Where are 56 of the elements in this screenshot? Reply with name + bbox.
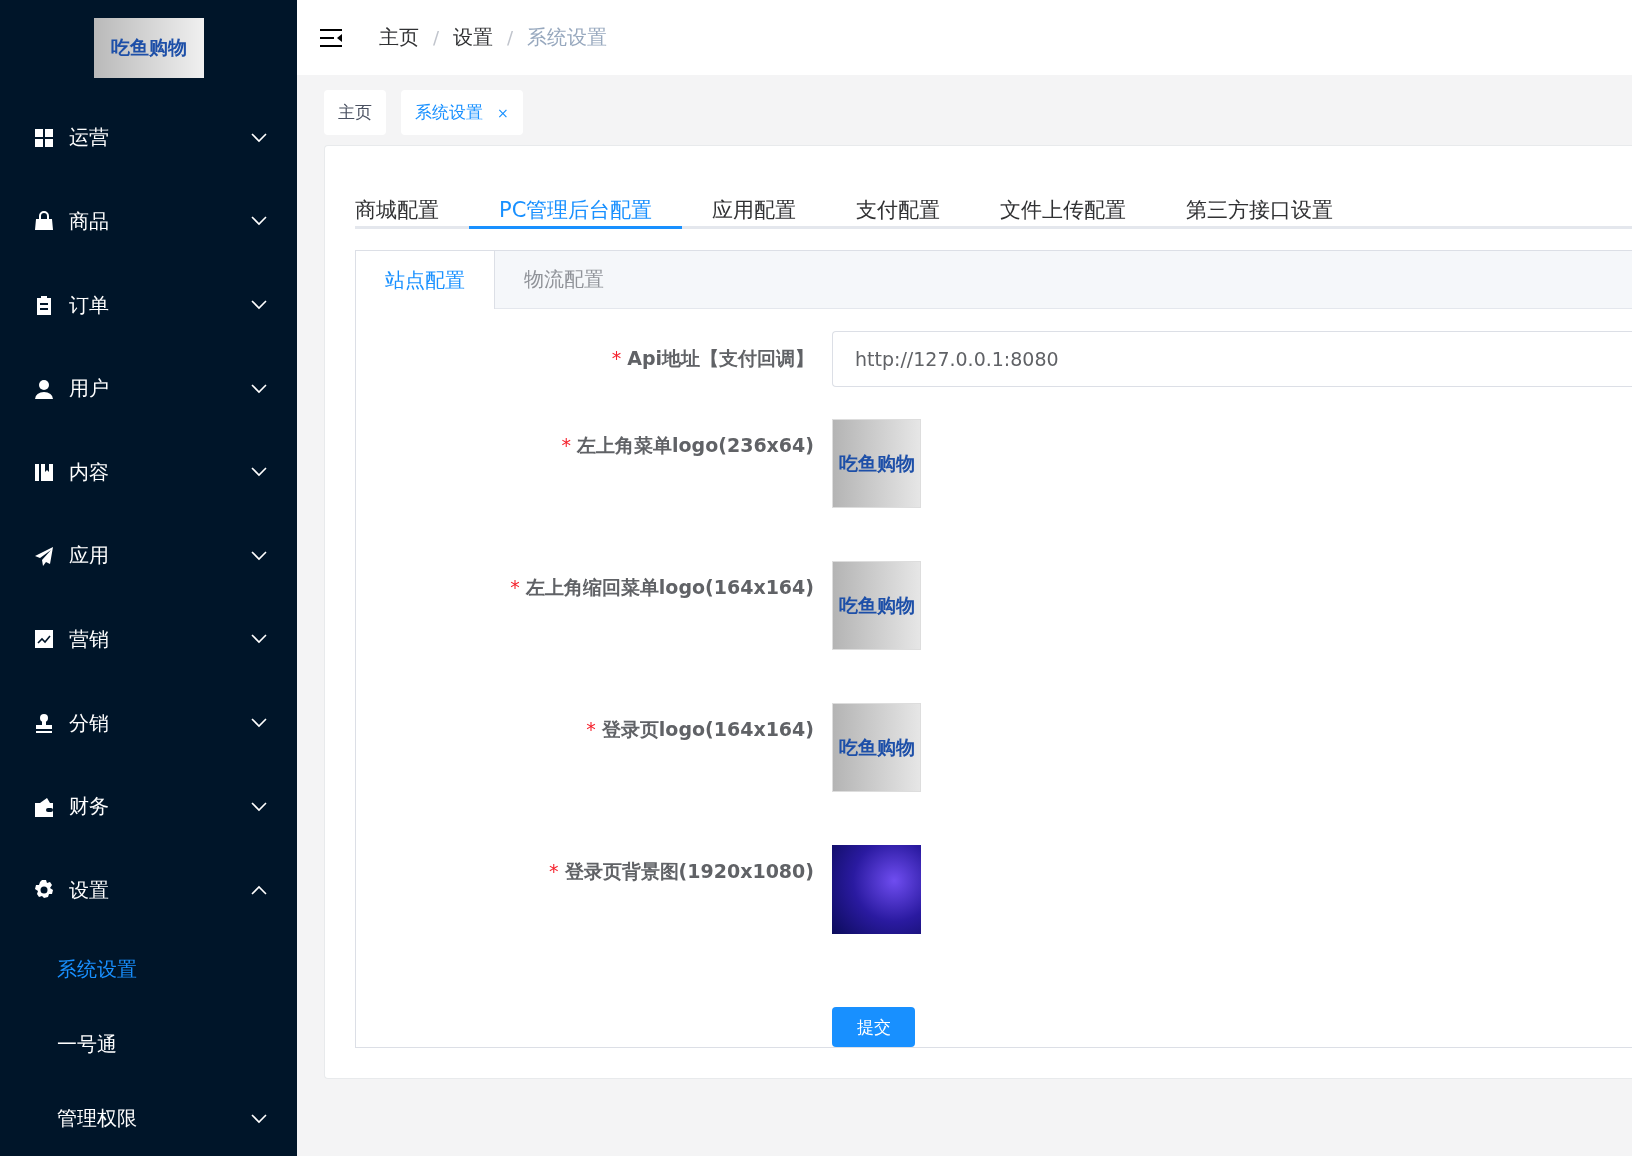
book-icon	[34, 462, 54, 483]
logo-preview[interactable]: 吃鱼购物	[832, 419, 921, 508]
gear-icon	[34, 880, 54, 901]
sidebar-item[interactable]: 订单	[0, 263, 297, 347]
chevron-icon	[251, 550, 267, 561]
sidebar-item[interactable]: 用户	[0, 346, 297, 431]
breadcrumb-link[interactable]: 主页	[379, 24, 419, 51]
field-label: * 登录页logo(164x164)	[585, 717, 815, 742]
breadcrumb-link[interactable]: 设置	[453, 24, 494, 51]
config-tab[interactable]: 第三方接口设置	[1156, 186, 1364, 229]
stamp-icon	[34, 713, 54, 734]
menu-icon[interactable]	[319, 27, 343, 48]
chevron-icon	[251, 300, 267, 310]
clipboard-icon	[34, 295, 54, 315]
chevron-icon	[251, 801, 267, 812]
sidebar-item[interactable]: 内容	[0, 430, 297, 515]
sidebar-item[interactable]: 应用	[0, 514, 297, 598]
chevron-icon	[251, 1113, 267, 1124]
logo-preview[interactable]: 吃鱼购物	[832, 561, 921, 650]
chevron-icon	[251, 718, 267, 729]
config-tab[interactable]: 商城配置	[355, 186, 469, 229]
submenu-item[interactable]: 一号通	[0, 1006, 297, 1082]
chevron-icon	[251, 132, 267, 143]
field-label: * 左上角缩回菜单logo(164x164)	[509, 575, 815, 600]
chevron-icon	[251, 216, 267, 227]
plane-icon	[34, 545, 54, 566]
submenu-item[interactable]: 系统设置	[0, 932, 297, 1007]
wallet-icon	[34, 796, 54, 817]
input-field[interactable]: http://127.0.0.1:8080	[832, 331, 1632, 387]
breadcrumb-separator: /	[507, 27, 514, 48]
chevron-icon	[251, 467, 267, 478]
field-label: * 登录页背景图(1920x1080)	[548, 859, 815, 884]
chevron-icon	[251, 634, 267, 645]
page-tab[interactable]: 主页	[324, 90, 386, 135]
grid-icon	[34, 127, 54, 148]
logo-preview[interactable]: 吃鱼购物	[832, 703, 921, 792]
chevron-icon	[251, 885, 267, 896]
sidebar-item[interactable]: 营销	[0, 597, 297, 682]
chevron-icon	[251, 383, 267, 394]
logo: 吃鱼购物	[93, 18, 204, 78]
chart-icon	[34, 629, 54, 650]
config-tab[interactable]: 支付配置	[826, 186, 971, 229]
sidebar-item[interactable]: 运营	[0, 96, 297, 180]
bag-icon	[34, 211, 54, 232]
config-tab[interactable]: 文件上传配置	[970, 186, 1157, 229]
submenu-item[interactable]: 管理权限	[0, 1081, 297, 1156]
sidebar-item[interactable]: 设置	[0, 848, 297, 933]
photo-placeholder[interactable]	[832, 845, 921, 934]
sidebar-item[interactable]: 财务	[0, 764, 297, 849]
sidebar-item[interactable]: 分销	[0, 681, 297, 765]
field-label: * 左上角菜单logo(236x64)	[560, 433, 815, 458]
breadcrumb-separator: /	[433, 27, 440, 48]
sidebar-item[interactable]: 商品	[0, 179, 297, 264]
user-icon	[34, 378, 54, 399]
field-label: * Api地址【支付回调】	[610, 346, 815, 371]
config-tab[interactable]: 应用配置	[682, 186, 827, 229]
